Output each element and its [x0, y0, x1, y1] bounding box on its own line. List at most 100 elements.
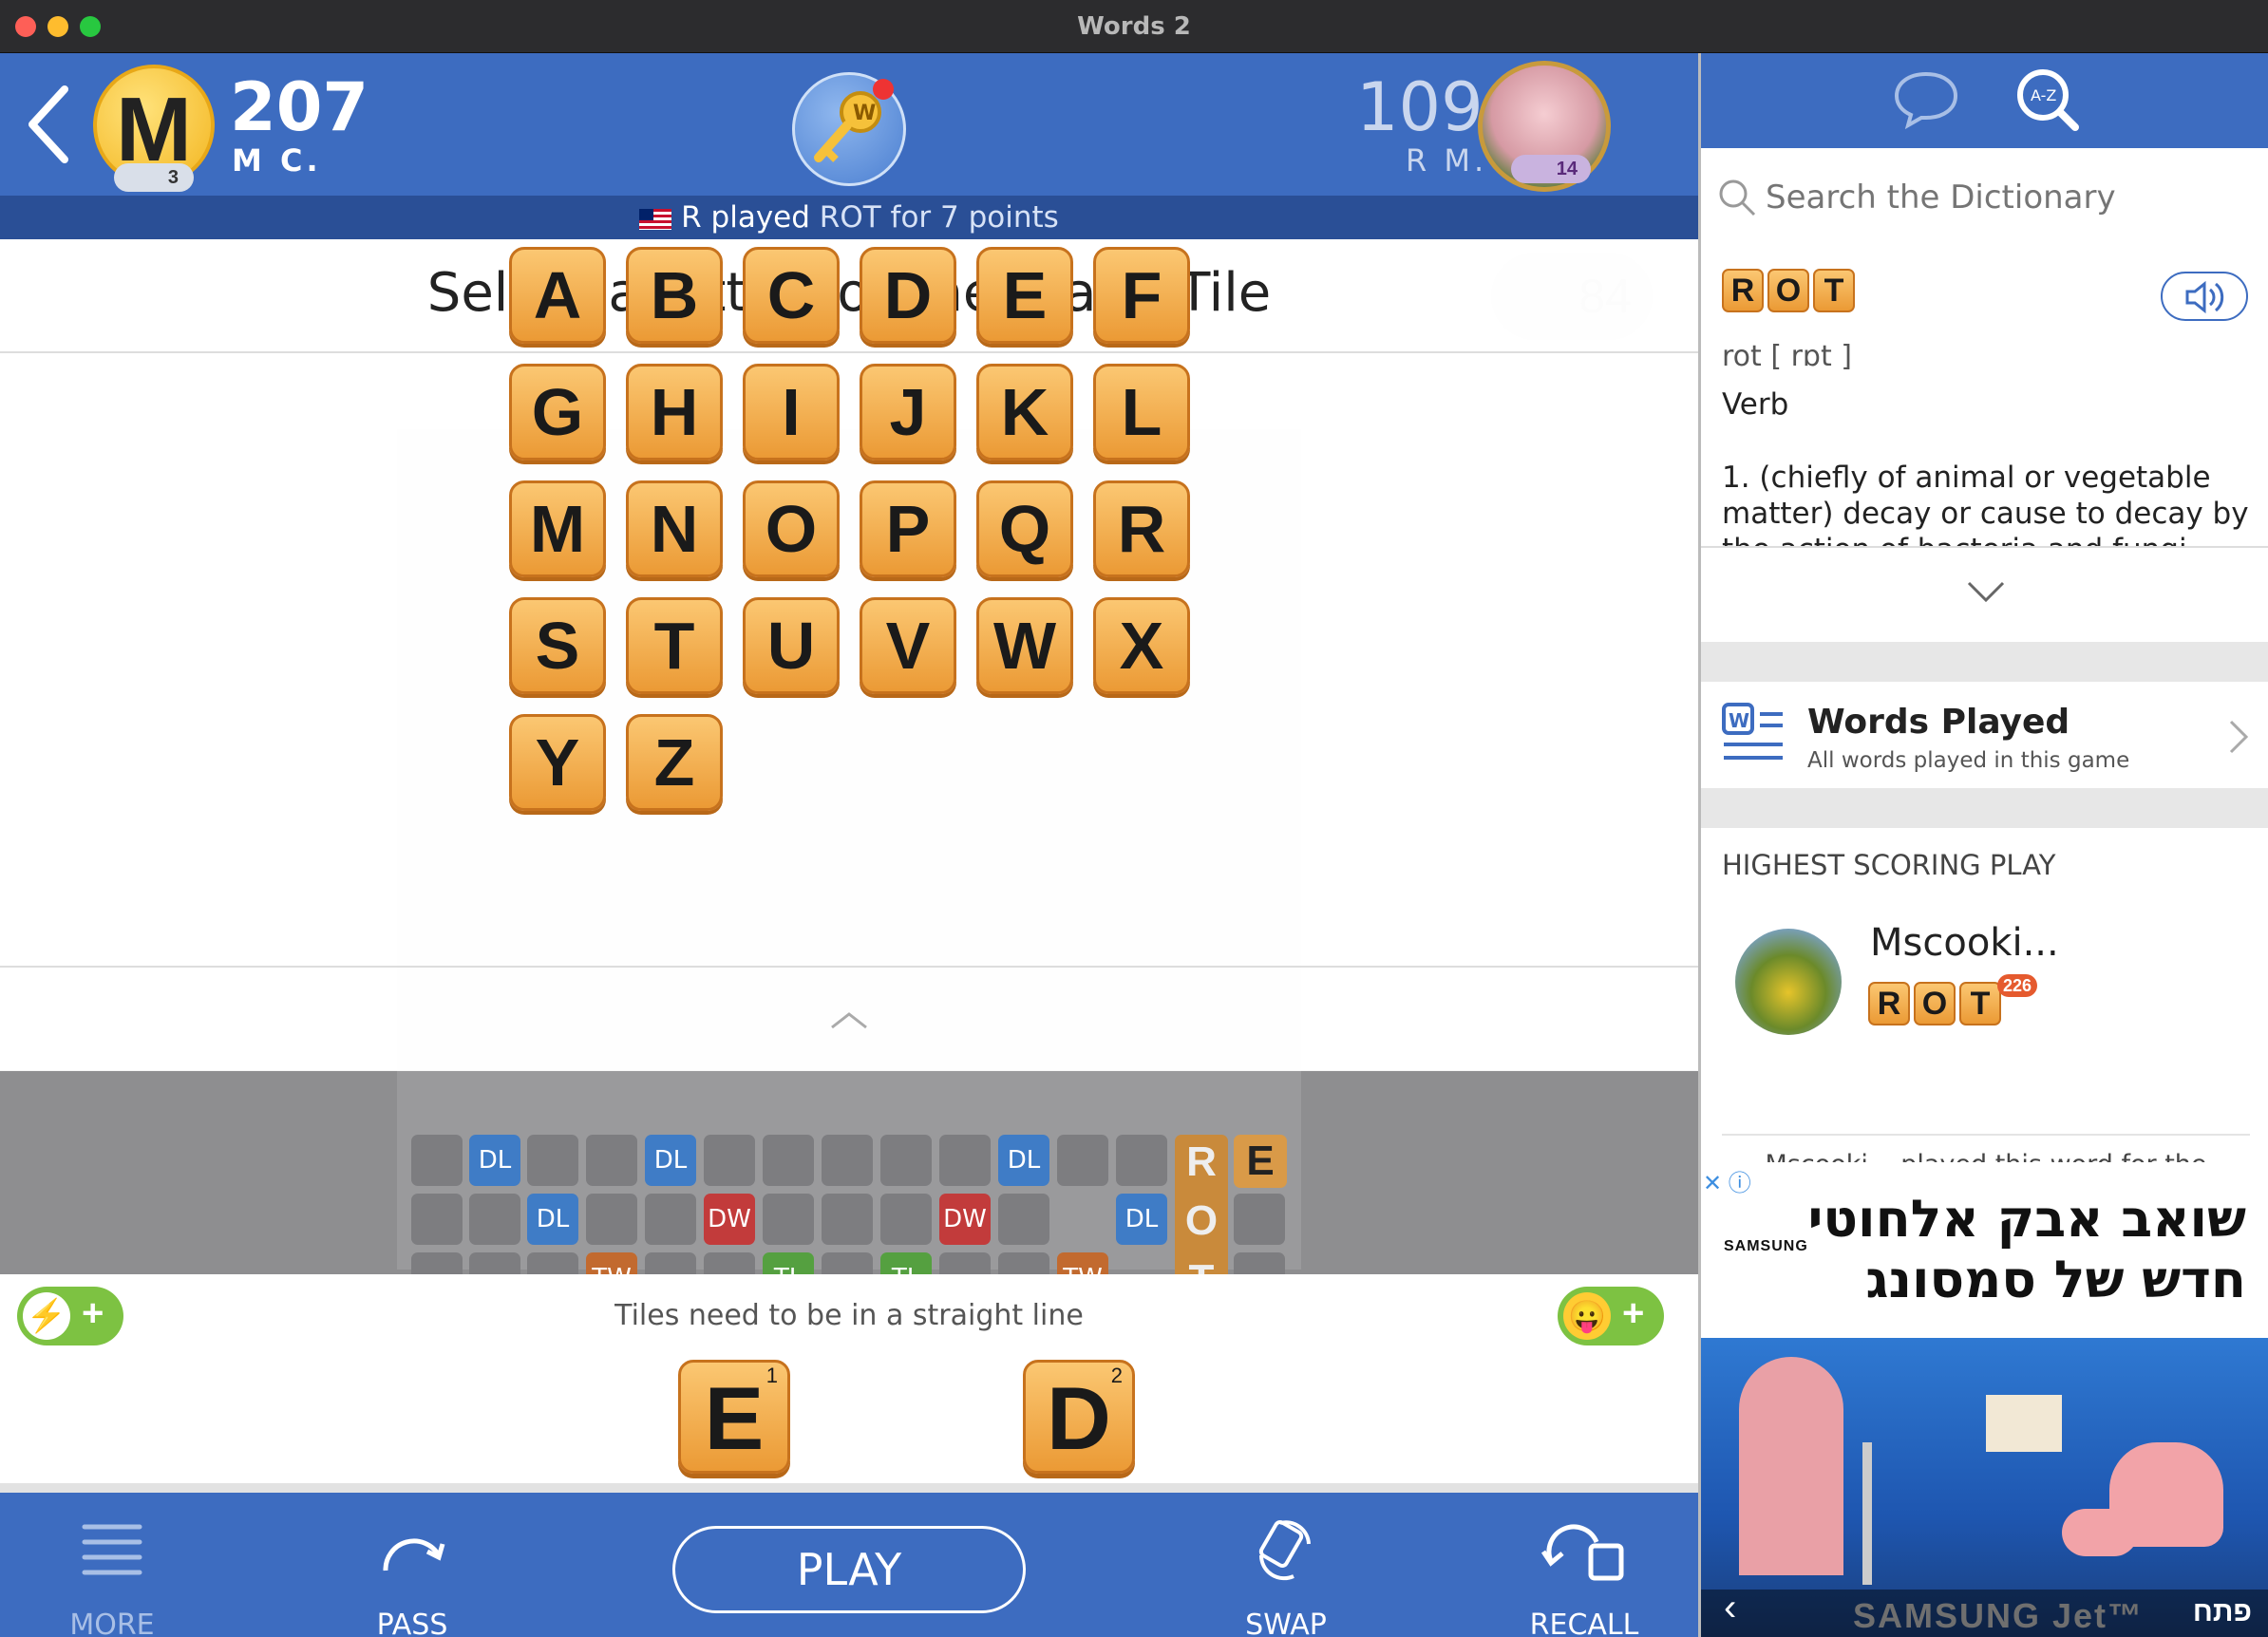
letter-tile-w[interactable]: W [976, 597, 1073, 694]
board-cell-dl[interactable]: DL [469, 1135, 520, 1186]
letter-tile-b[interactable]: B [626, 247, 723, 344]
window-titlebar: Words 2 [0, 0, 2268, 53]
highest-score-badge: 226 [1997, 974, 2038, 997]
board-cell[interactable] [1057, 1135, 1108, 1186]
collapse-chevron-icon[interactable] [828, 1010, 870, 1031]
dictionary-search-input[interactable] [1766, 175, 2240, 220]
back-icon[interactable] [21, 82, 78, 172]
pass-button[interactable]: PASS [327, 1514, 498, 1637]
pass-arrow-icon [383, 1538, 445, 1571]
board-cell[interactable] [998, 1194, 1049, 1245]
letter-tile-h[interactable]: H [626, 364, 723, 461]
board-cell[interactable] [822, 1135, 873, 1186]
word-tiles: ROT [1722, 269, 1859, 312]
board-tile-e: E [1234, 1135, 1287, 1188]
board-cell[interactable] [586, 1135, 637, 1186]
board-cell[interactable] [763, 1194, 814, 1245]
player-avatar[interactable]: M 3 [93, 65, 215, 192]
board-cell[interactable] [704, 1135, 755, 1186]
rack-tile[interactable]: D 2 [1023, 1360, 1135, 1474]
board-cell[interactable] [1116, 1135, 1167, 1186]
menu-icon [82, 1524, 142, 1575]
sidebar-header: A-Z [1701, 53, 2268, 148]
board-cell-dl[interactable]: DL [998, 1135, 1049, 1186]
letter-tile-u[interactable]: U [743, 597, 840, 694]
letter-tile-i[interactable]: I [743, 364, 840, 461]
player-name: M C. [232, 142, 322, 179]
ad-close-icon[interactable]: ✕ ⓘ [1703, 1164, 1751, 1197]
board-cell[interactable] [880, 1194, 932, 1245]
board-cell[interactable] [586, 1194, 637, 1245]
letter-tile-v[interactable]: V [860, 597, 956, 694]
dictionary-sidebar: A-Z ROT rot [ rɒt ] Verb 1. (chiefly of … [1698, 53, 2268, 1637]
dictionary-search-icon[interactable]: A-Z [2014, 66, 2081, 133]
chat-icon[interactable] [1893, 70, 1959, 129]
word-list-icon: W [1722, 703, 1783, 760]
letter-tile-p[interactable]: P [860, 480, 956, 577]
board-cell[interactable] [1234, 1194, 1285, 1245]
letter-tile-r[interactable]: R [1093, 480, 1190, 577]
window-title: Words 2 [1077, 12, 1191, 41]
expand-chevron-icon[interactable] [1965, 577, 2007, 606]
ad-brand: SAMSUNG [1724, 1238, 1808, 1254]
letter-tile-q[interactable]: Q [976, 480, 1073, 577]
highest-player-avatar[interactable] [1735, 929, 1842, 1035]
advertisement[interactable]: ✕ ⓘ SAMSUNG שואב אבק אלחוטי חדש של סמסונ… [1701, 1162, 2268, 1637]
board-cell-dw[interactable]: DW [704, 1194, 755, 1245]
game-header: M 3 207 M C. W 109 R M. 14 [0, 53, 1698, 196]
board-cell[interactable] [411, 1194, 463, 1245]
letter-tile-c[interactable]: C [743, 247, 840, 344]
last-move-status: R played ROT for 7 points [0, 196, 1698, 239]
board-cell[interactable] [411, 1135, 463, 1186]
letter-tile-z[interactable]: Z [626, 714, 723, 811]
letter-tile-t[interactable]: T [626, 597, 723, 694]
board-cell-dl[interactable]: DL [1116, 1194, 1167, 1245]
dictionary-search-bar[interactable] [1701, 148, 2268, 243]
bottom-toolbar: MORE PASS PLAY SWAP RECALL [0, 1483, 1698, 1637]
letter-tile-e[interactable]: E [976, 247, 1073, 344]
board-cell[interactable] [645, 1194, 696, 1245]
ad-open-button[interactable]: פתח [2193, 1596, 2252, 1628]
board-cell-dl[interactable]: DL [527, 1194, 578, 1245]
board-cell[interactable] [763, 1135, 814, 1186]
recall-button[interactable]: RECALL [1499, 1514, 1670, 1637]
svg-text:W: W [1729, 709, 1749, 732]
words-played-row[interactable]: W Words Played All words played in this … [1701, 682, 2268, 788]
letter-tile-l[interactable]: L [1093, 364, 1190, 461]
board-cell[interactable] [822, 1194, 873, 1245]
letter-tile-g[interactable]: G [509, 364, 606, 461]
board-cell[interactable] [527, 1135, 578, 1186]
swap-icon [1258, 1520, 1311, 1581]
pronounce-button[interactable] [2161, 272, 2248, 321]
ad-footer-brand: SAMSUNG Jet™ [1853, 1596, 2145, 1635]
more-button[interactable]: MORE [27, 1514, 198, 1637]
letter-tile-y[interactable]: Y [509, 714, 606, 811]
rack-tile[interactable]: E 1 [678, 1360, 790, 1474]
notification-dot [873, 79, 894, 100]
opponent-level-badge: 14 [1511, 155, 1591, 183]
ad-image: ‹ SAMSUNG Jet™ פתח [1701, 1338, 2268, 1637]
letter-tile-x[interactable]: X [1093, 597, 1190, 694]
play-button[interactable]: PLAY [672, 1526, 1026, 1613]
letter-tile-f[interactable]: F [1093, 247, 1190, 344]
letter-tile-k[interactable]: K [976, 364, 1073, 461]
board-cell[interactable] [880, 1135, 932, 1186]
letter-tile-m[interactable]: M [509, 480, 606, 577]
word-definition-card: ROT rot [ rɒt ] Verb 1. (chiefly of anim… [1701, 243, 2268, 547]
hint-key-button[interactable]: W [792, 72, 906, 186]
letter-tile-d[interactable]: D [860, 247, 956, 344]
letter-tile-j[interactable]: J [860, 364, 956, 461]
board-cell-dw[interactable]: DW [939, 1194, 991, 1245]
letter-tile-s[interactable]: S [509, 597, 606, 694]
rack-message: Tiles need to be in a straight line [614, 1299, 1084, 1332]
highest-scoring-section: HIGHEST SCORING PLAY Mscooki... ROT 226 … [1701, 828, 2268, 1212]
letter-tile-a[interactable]: A [509, 247, 606, 344]
board-cell[interactable] [469, 1194, 520, 1245]
letter-tile-o[interactable]: O [743, 480, 840, 577]
opponent-avatar[interactable]: 14 [1478, 61, 1611, 192]
swap-button[interactable]: SWAP [1200, 1514, 1371, 1637]
ad-back-icon[interactable]: ‹ [1724, 1587, 1736, 1629]
board-cell-dl[interactable]: DL [645, 1135, 696, 1186]
board-cell[interactable] [939, 1135, 991, 1186]
letter-tile-n[interactable]: N [626, 480, 723, 577]
